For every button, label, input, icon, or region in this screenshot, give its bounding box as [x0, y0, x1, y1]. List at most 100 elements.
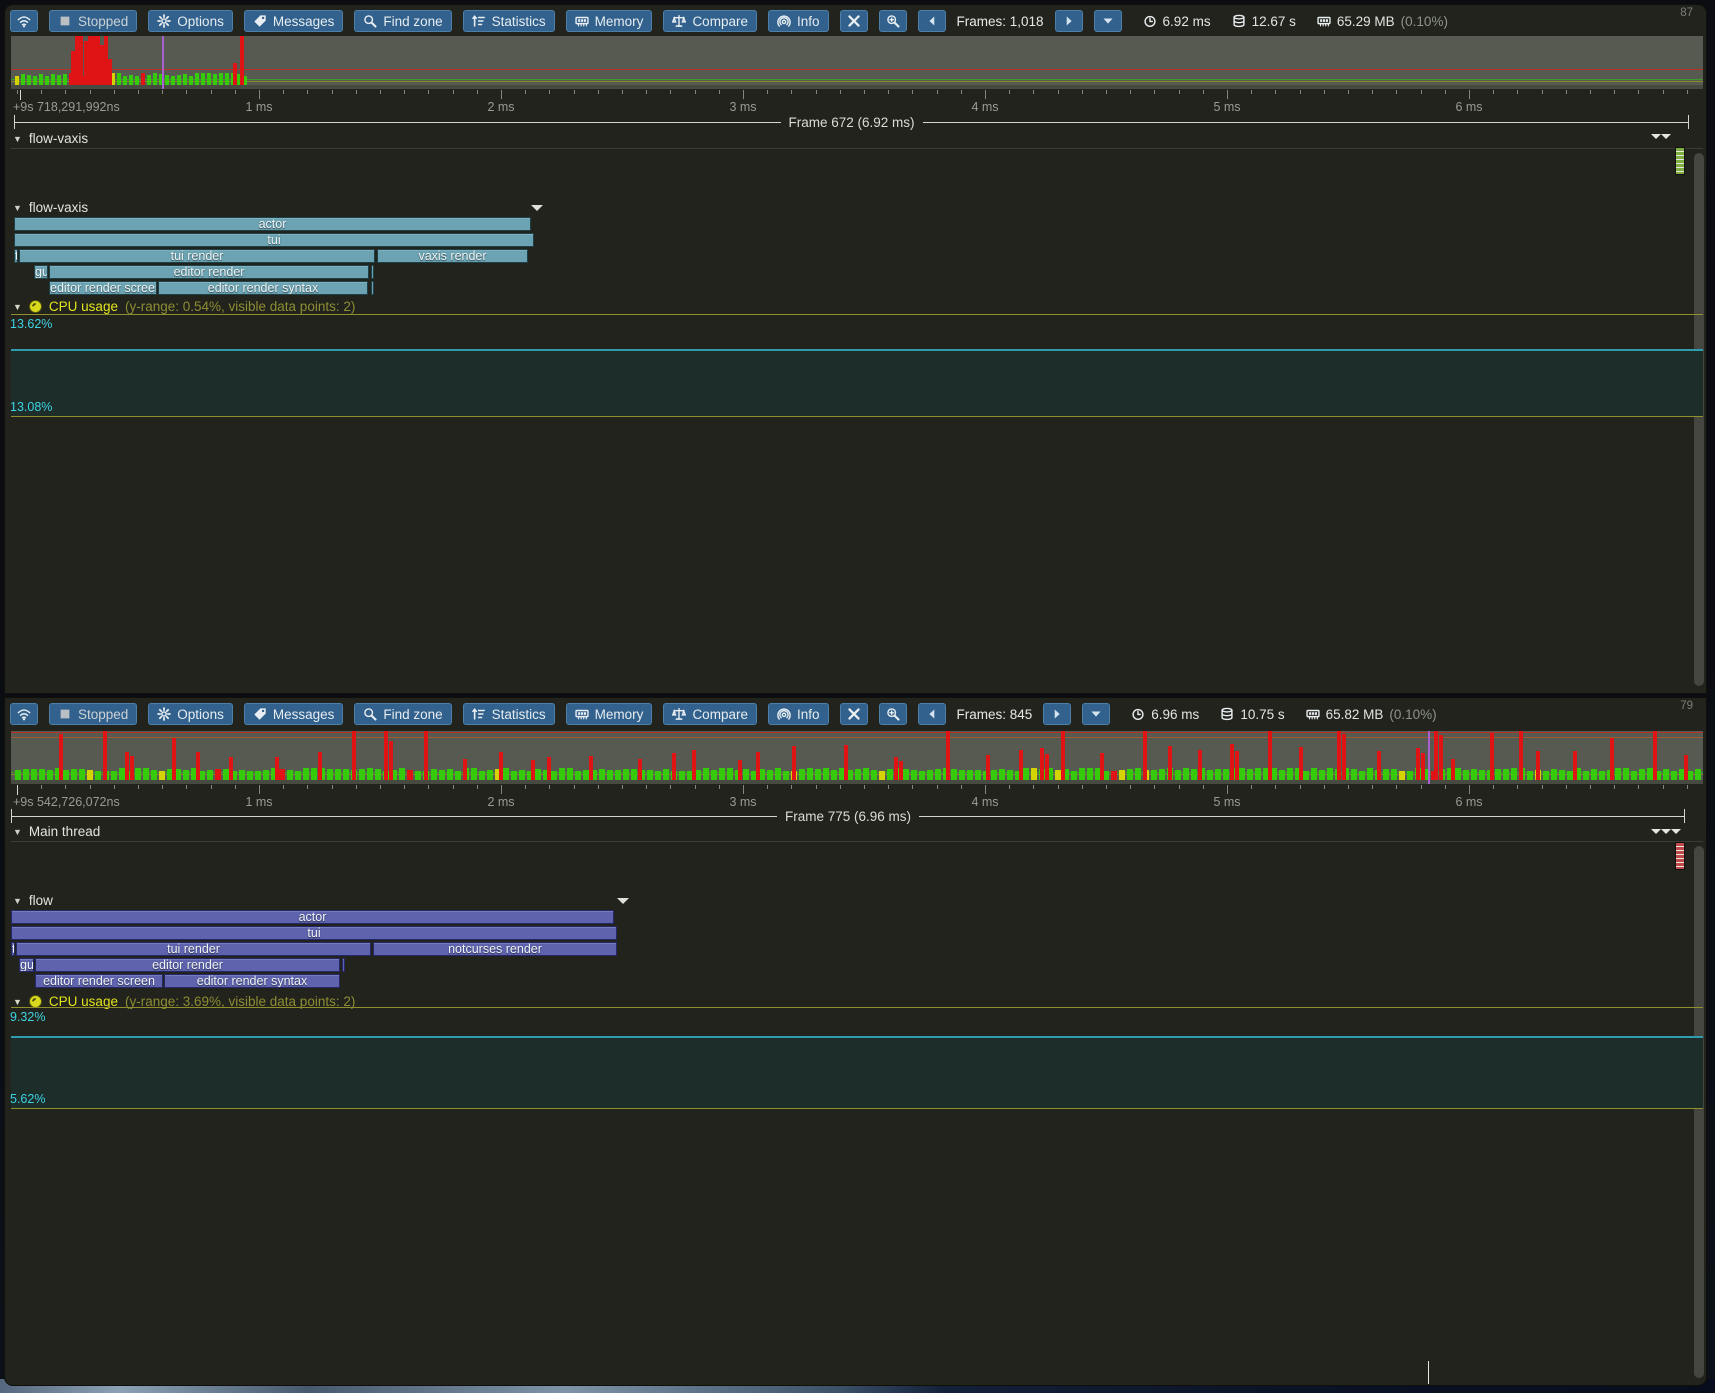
zone-bar[interactable]: t [14, 249, 18, 263]
zoom-in-icon [886, 707, 900, 721]
zoom-button[interactable] [879, 703, 907, 725]
ruler-tick [211, 90, 212, 94]
options-button[interactable]: Options [148, 703, 233, 725]
options-button[interactable]: Options [148, 10, 233, 32]
frame-time-stat: 6.92 ms [1143, 14, 1211, 29]
zone-bar[interactable]: tui [11, 926, 617, 940]
ruler-tick [912, 785, 913, 789]
frame-bar [607, 770, 613, 780]
memory-button[interactable]: Memory [566, 703, 653, 725]
frame-spike [1684, 755, 1688, 780]
compare-button[interactable]: Compare [663, 10, 757, 32]
cpu-usage-header[interactable]: ▼ CPU usage (y-range: 0.54%, visible dat… [13, 299, 355, 314]
ruler-tick [1251, 90, 1252, 94]
ruler-tick [1638, 785, 1639, 789]
zone-bar[interactable]: editor render screen [35, 974, 163, 988]
zone-bar[interactable]: editor render [35, 958, 340, 972]
compare-button[interactable]: Compare [663, 703, 757, 725]
frame-bar [1543, 771, 1549, 780]
ruler-tick [1372, 90, 1373, 94]
zone-bar[interactable]: editor render syntax [164, 974, 340, 988]
zone-bar[interactable]: gu [34, 265, 48, 279]
zone-view-marker-icon [531, 205, 543, 217]
thread-header-collapsed[interactable]: ▼Main thread [13, 824, 100, 839]
zone-bar[interactable]: actor [11, 910, 614, 924]
ruler-tick [1663, 90, 1664, 94]
tools-button[interactable] [840, 703, 868, 725]
time-tick-label: 5 ms [1213, 100, 1240, 114]
ruler-tick [574, 90, 575, 94]
connection-button[interactable] [10, 703, 38, 725]
connection-button[interactable] [10, 10, 38, 32]
ghost-zone-marker-icon [1651, 134, 1661, 144]
zone-bar[interactable]: tui render [16, 942, 371, 956]
frame-bar [213, 74, 217, 85]
frame-set-button[interactable] [1094, 10, 1122, 32]
frame-bar [1559, 770, 1565, 780]
info-button[interactable]: Info [768, 10, 829, 32]
messages-button[interactable]: Messages [244, 703, 344, 725]
messages-button[interactable]: Messages [244, 10, 344, 32]
stopped-button[interactable]: Stopped [49, 10, 137, 32]
frame-bar [407, 770, 413, 780]
ruler-tick [961, 785, 962, 789]
ruler-tick [307, 90, 308, 94]
down-arrow-icon [1089, 707, 1103, 721]
ghost-zone-marker-icon [1651, 829, 1661, 839]
info-button[interactable]: Info [768, 703, 829, 725]
zoom-button[interactable] [879, 10, 907, 32]
frame-histogram[interactable] [11, 731, 1703, 784]
memory-usage-stat: 65.29 MB(0.10%) [1317, 14, 1448, 29]
ruler-tick [937, 90, 938, 94]
zone-bar[interactable]: tui render [19, 249, 375, 263]
thread-header[interactable]: ▼flow-vaxis [13, 200, 88, 215]
next-frame-button[interactable] [1055, 10, 1083, 32]
stopped-button[interactable]: Stopped [49, 703, 137, 725]
frame-bar [1111, 771, 1117, 780]
find-zone-button[interactable]: Find zone [354, 703, 451, 725]
frame-target-line [11, 69, 1703, 70]
zone-bar[interactable]: vaxis render [377, 249, 528, 263]
zone-bar[interactable]: t [11, 942, 15, 956]
zone-bar[interactable] [371, 265, 374, 279]
zone-bar[interactable]: notcurses render [373, 942, 617, 956]
ruler-tick-major [743, 785, 744, 794]
zone-bar[interactable]: editor render [49, 265, 369, 279]
tools-button[interactable] [840, 10, 868, 32]
ruler-tick [1154, 90, 1155, 94]
memory-button[interactable]: Memory [566, 10, 653, 32]
zone-bar[interactable]: gu [19, 958, 34, 972]
zone-bar[interactable] [342, 958, 345, 972]
statistics-button[interactable]: Statistics [463, 10, 555, 32]
statistics-button[interactable]: Statistics [463, 703, 555, 725]
find-zone-button[interactable]: Find zone [354, 10, 451, 32]
ruler-tick [41, 90, 42, 94]
frame-bar [863, 768, 869, 780]
frame-bar [447, 769, 453, 780]
zone-bar[interactable]: editor render syntax [158, 281, 368, 295]
ruler-tick [283, 785, 284, 789]
zone-bar[interactable] [371, 281, 374, 295]
frame-target-line [11, 737, 1703, 738]
frame-bar [1591, 769, 1597, 780]
frame-histogram[interactable] [11, 36, 1703, 89]
frame-spike [384, 731, 388, 780]
prev-frame-button[interactable] [918, 10, 946, 32]
thread-header-collapsed[interactable]: ▼flow-vaxis [13, 131, 88, 146]
next-frame-button[interactable] [1043, 703, 1071, 725]
ruler-tick [1638, 90, 1639, 94]
zone-bar[interactable]: tui [14, 233, 534, 247]
frame-bar [743, 769, 749, 780]
frame-bar [615, 770, 621, 780]
tag-icon [253, 14, 267, 28]
scales-icon [672, 707, 686, 721]
prev-frame-button[interactable] [918, 703, 946, 725]
zone-bar[interactable]: actor [14, 217, 531, 231]
zone-bar[interactable]: editor render screen [49, 281, 157, 295]
ruler-tick [332, 90, 333, 94]
frame-set-button[interactable] [1082, 703, 1110, 725]
frame-bar [1079, 768, 1085, 780]
thread-header[interactable]: ▼flow [13, 893, 53, 908]
zones: actortuittui rendernotcurses renderguedi… [5, 910, 1708, 994]
ruler-tick [1324, 785, 1325, 789]
